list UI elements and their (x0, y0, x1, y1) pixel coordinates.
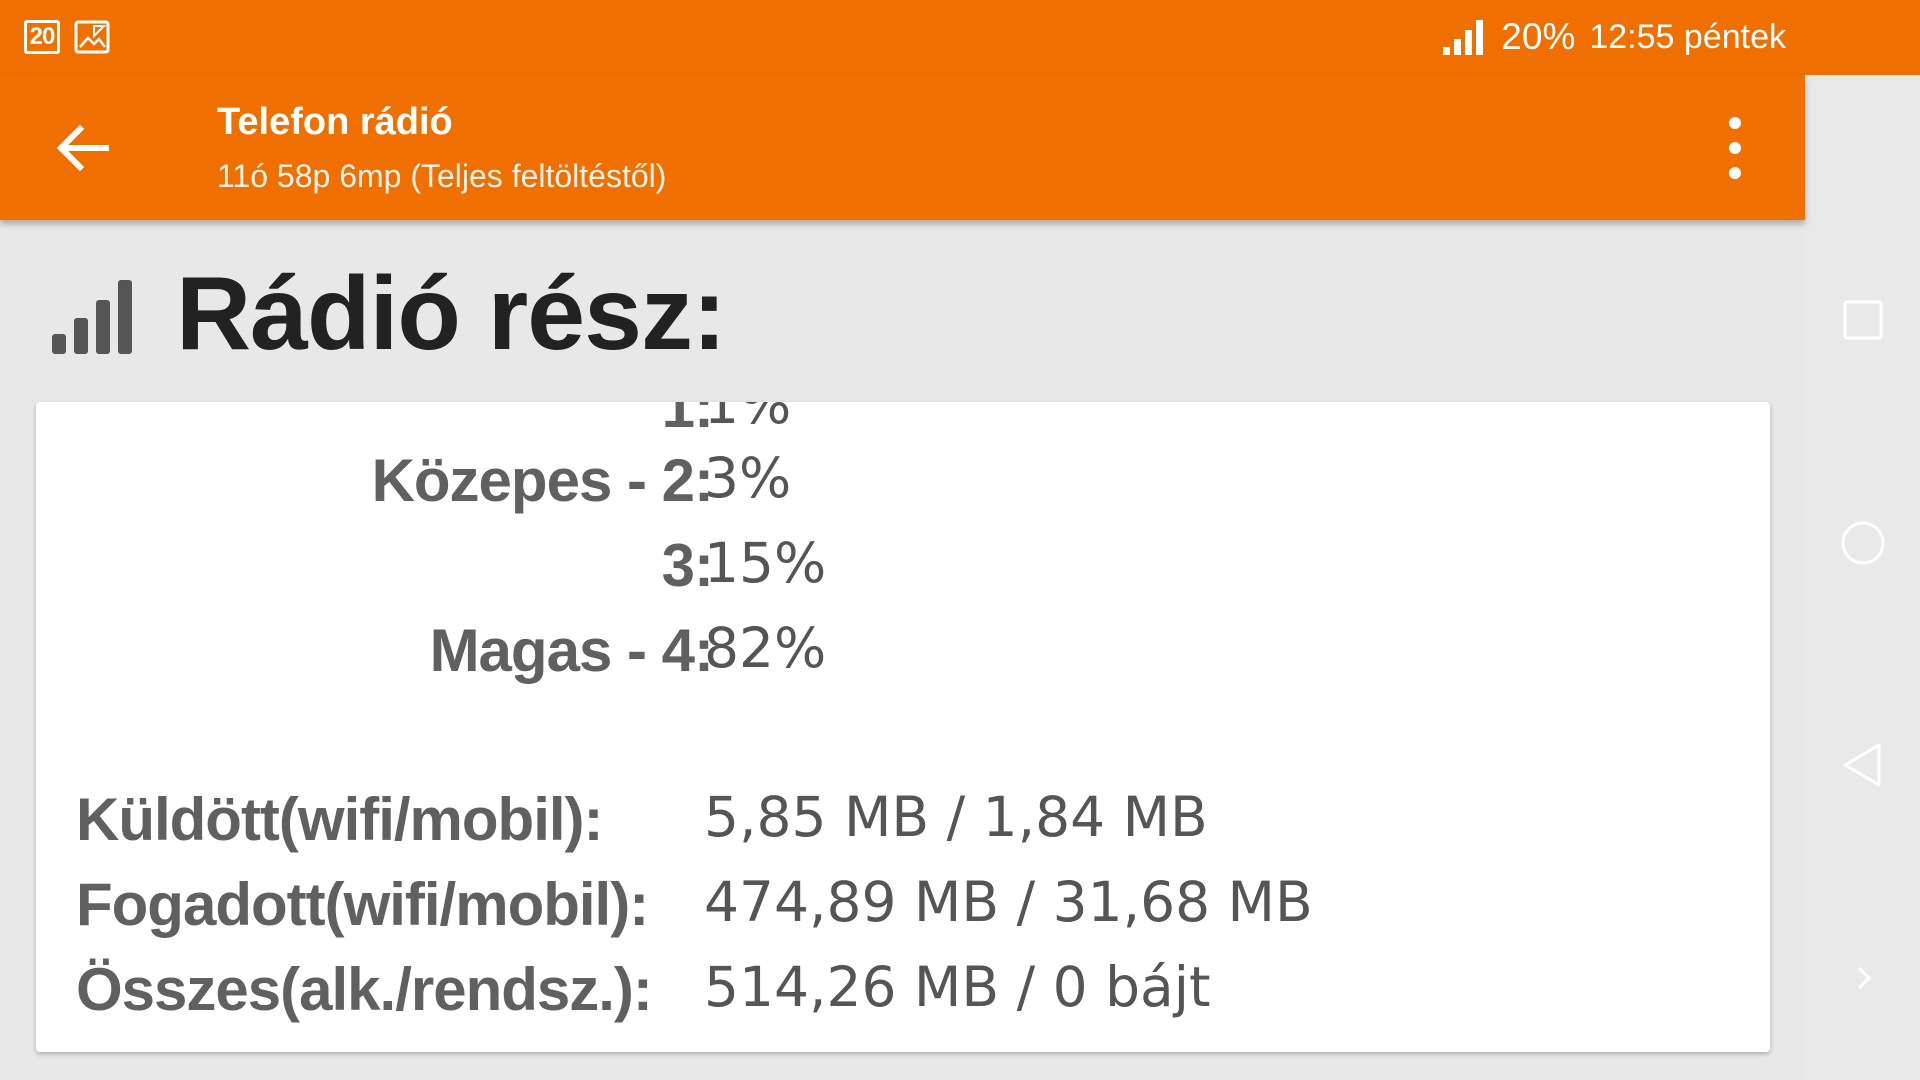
notification-number-icon: 20 (24, 20, 60, 54)
battery-percent: 20% (1501, 16, 1576, 57)
signal-bars-icon (52, 279, 132, 354)
traffic-row: Fogadott(wifi/mobil): 474,89 MB / 31,68 … (36, 870, 1770, 950)
signal-level-value: 15% (704, 531, 827, 595)
radio-stats-card[interactable]: 1: 1% Közepes - 2: 3% 3: 15% Magas - 4: … (36, 402, 1770, 1052)
section-title: Rádió rész: (176, 256, 727, 372)
traffic-row: Összes(alk./rendsz.): 514,26 MB / 0 bájt (36, 955, 1770, 1035)
clock: 12:55 péntek (1589, 18, 1786, 57)
traffic-label: Küldött(wifi/mobil): (76, 786, 604, 853)
traffic-label: Fogadott(wifi/mobil): (76, 871, 649, 938)
signal-level-label: Magas - 4: (429, 617, 714, 684)
recents-icon[interactable] (1835, 292, 1891, 348)
traffic-value: 5,85 MB / 1,84 MB (704, 785, 1208, 849)
time-text: 12:55 (1589, 17, 1675, 56)
signal-level-row: 1: 1% (36, 402, 1770, 452)
traffic-label: Összes(alk./rendsz.): (76, 956, 653, 1023)
signal-level-row: Közepes - 2: 3% (36, 446, 1770, 526)
signal-level-value: 1% (704, 402, 792, 436)
chevron-right-icon[interactable] (1835, 950, 1891, 1006)
home-icon[interactable] (1835, 515, 1891, 571)
signal-level-row: Magas - 4: 82% (36, 616, 1770, 696)
page-subtitle: 11ó 58p 6mp (Teljes feltöltéstől) (217, 158, 667, 194)
section-header: Rádió rész: (50, 255, 727, 374)
status-bar: 20 20% 12:55 péntek (0, 0, 1920, 75)
back-icon[interactable] (1835, 737, 1891, 793)
navigation-bar (1805, 75, 1920, 1080)
notification-badge: 20 (29, 23, 56, 50)
signal-level-row: 3: 15% (36, 531, 1770, 611)
signal-level-label: Közepes - 2: (371, 447, 714, 514)
traffic-value: 474,89 MB / 31,68 MB (704, 870, 1313, 934)
overflow-menu-icon[interactable] (1723, 113, 1747, 183)
traffic-row: Küldött(wifi/mobil): 5,85 MB / 1,84 MB (36, 785, 1770, 865)
day-text: péntek (1683, 17, 1786, 56)
status-right: 20% 12:55 péntek (1441, 16, 1786, 58)
app-bar: Telefon rádió 11ó 58p 6mp (Teljes feltöl… (0, 75, 1805, 220)
image-icon (74, 20, 110, 54)
cell-signal-icon (1443, 20, 1484, 55)
app-bar-titles: Telefon rádió 11ó 58p 6mp (Teljes feltöl… (217, 101, 666, 195)
traffic-value: 514,26 MB / 0 bájt (704, 955, 1211, 1019)
signal-level-value: 82% (704, 616, 827, 680)
status-notifications: 20 (24, 20, 110, 54)
page-title: Telefon rádió (217, 101, 453, 143)
back-arrow-icon[interactable] (52, 117, 114, 179)
signal-level-value: 3% (704, 446, 792, 510)
